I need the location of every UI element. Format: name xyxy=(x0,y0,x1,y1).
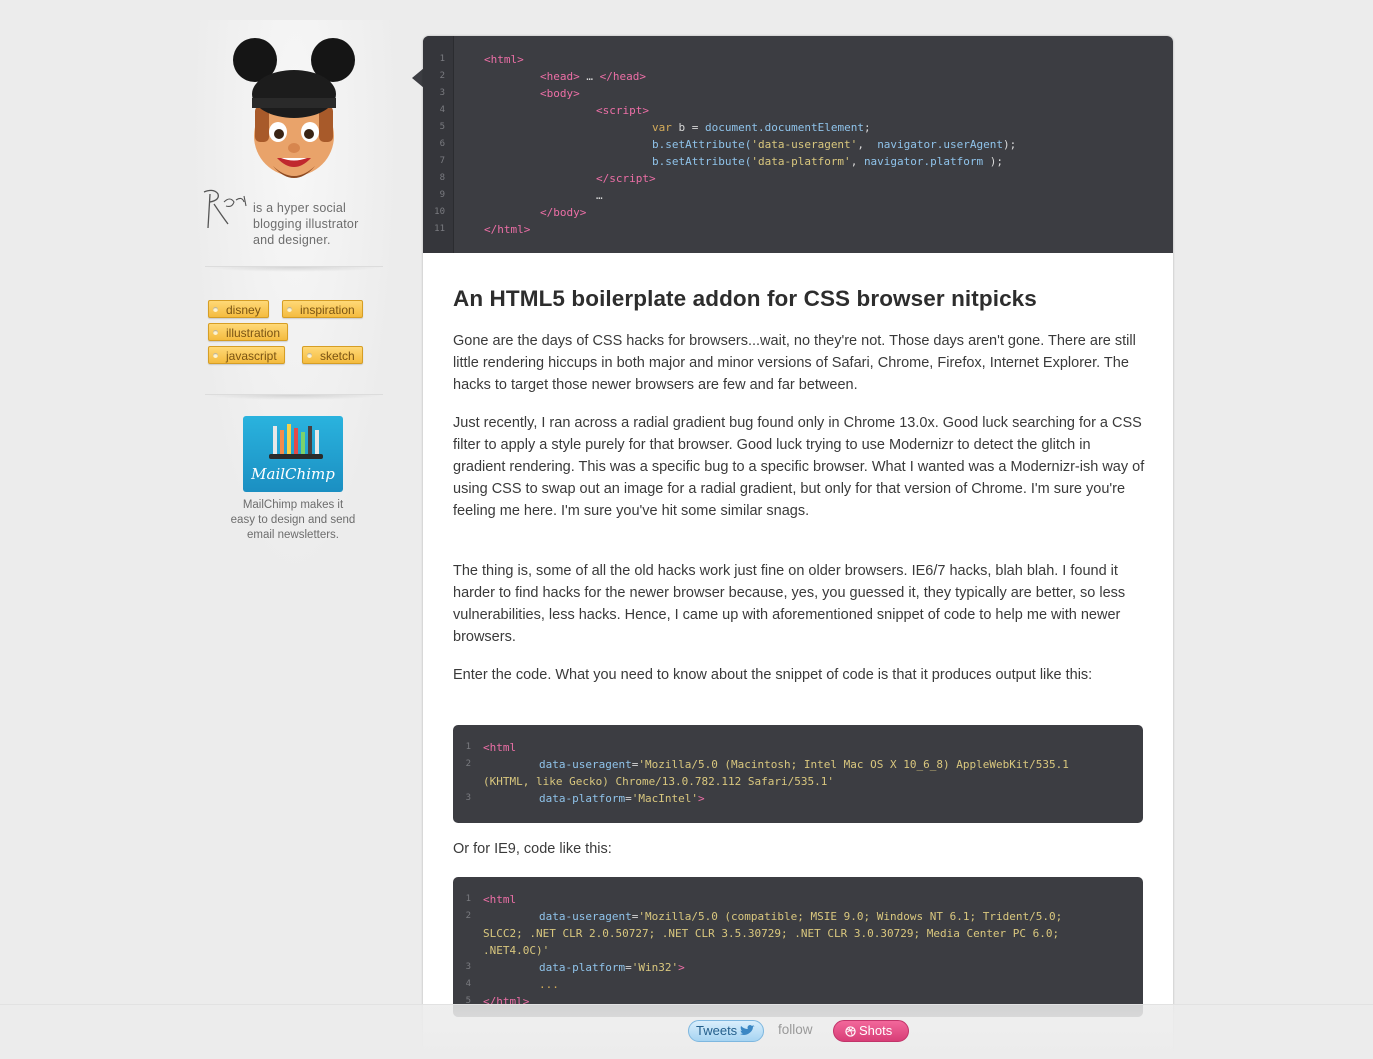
code-line: data-useragent='Mozilla/5.0 (compatible;… xyxy=(539,910,1063,923)
post-paragraph: Or for IE9, code like this: xyxy=(453,841,612,857)
line-number: 1 xyxy=(465,742,471,752)
code-line: ... xyxy=(539,978,559,991)
line-number: 5 xyxy=(439,122,445,132)
follow-label: follow xyxy=(778,1022,813,1037)
tweets-button[interactable]: Tweets xyxy=(688,1020,764,1042)
line-number: 6 xyxy=(439,139,445,149)
article-card: 1 2 3 4 5 6 7 8 9 10 11 <html> <head> … … xyxy=(423,36,1173,1059)
tag-inspiration[interactable]: inspiration xyxy=(282,300,363,318)
code-line: … xyxy=(596,189,603,202)
line-number: 2 xyxy=(439,71,445,81)
code-line: <body> xyxy=(540,87,580,100)
code-block-ie9: 1 2 3 4 5 <html data-useragent='Mozilla/… xyxy=(453,877,1143,1017)
tag-sketch[interactable]: sketch xyxy=(302,346,363,364)
line-number: 2 xyxy=(465,911,471,921)
mailchimp-logo[interactable]: MailChimp xyxy=(243,416,343,492)
post-paragraph: Gone are the days of CSS hacks for brows… xyxy=(453,333,1136,393)
sidebar-divider xyxy=(205,266,383,272)
line-number: 3 xyxy=(439,88,445,98)
code-line: <html xyxy=(483,741,517,754)
code-line: b.setAttribute('data-useragent', navigat… xyxy=(652,138,1017,151)
sidebar-divider xyxy=(205,394,383,400)
shots-button[interactable]: Shots xyxy=(833,1020,909,1042)
code-line: </html> xyxy=(484,223,531,236)
code-line: data-platform='MacIntel'> xyxy=(539,792,705,805)
code-line: SLCC2; .NET CLR 2.0.50727; .NET CLR 3.5.… xyxy=(483,927,1060,940)
line-number: 11 xyxy=(434,224,445,234)
line-number: 4 xyxy=(465,979,471,989)
code-line: .NET4.0C)' xyxy=(483,944,550,957)
code-line: var b = document.documentElement; xyxy=(652,121,871,134)
avatar[interactable] xyxy=(233,36,355,182)
hero-code-block: 1 2 3 4 5 6 7 8 9 10 11 <html> <head> … … xyxy=(423,36,1173,253)
code-line: </script> xyxy=(596,172,656,185)
tag-illustration[interactable]: illustration xyxy=(208,323,289,341)
line-number: 1 xyxy=(465,894,471,904)
code-line: data-platform='Win32'> xyxy=(539,961,685,974)
line-number: 7 xyxy=(439,156,445,166)
author-bio: is a hyper social blogging illustrator a… xyxy=(253,201,359,247)
line-number: 10 xyxy=(434,207,445,217)
post-title: An HTML5 boilerplate addon for CSS brows… xyxy=(453,286,1037,311)
tweets-label: Tweets xyxy=(696,1023,738,1038)
post-paragraph: The thing is, some of all the old hacks … xyxy=(453,563,1126,645)
code-line: data-useragent='Mozilla/5.0 (Macintosh; … xyxy=(539,758,1069,771)
mailchimp-logo-text: MailChimp xyxy=(250,465,335,483)
twitter-bird-icon xyxy=(740,1025,755,1035)
line-number: 2 xyxy=(465,759,471,769)
code-line: b.setAttribute('data-platform', navigato… xyxy=(652,155,1004,168)
code-line: </body> xyxy=(540,206,587,219)
code-line: <html xyxy=(483,893,517,906)
post-paragraph: Just recently, I ran across a radial gra… xyxy=(453,415,1145,519)
line-number: 3 xyxy=(465,793,471,803)
code-line: <script> xyxy=(596,104,649,117)
sponsor-text: MailChimp makes it easy to design and se… xyxy=(230,499,356,541)
dribbble-icon xyxy=(845,1026,856,1037)
signature-logo xyxy=(203,189,247,229)
code-block-chrome: 1 2 3 <html data-useragent='Mozilla/5.0 … xyxy=(453,725,1143,823)
line-number: 9 xyxy=(439,190,445,200)
tag-javascript[interactable]: javascript xyxy=(208,346,285,364)
post-paragraph: Enter the code. What you need to know ab… xyxy=(453,667,1093,683)
line-number: 3 xyxy=(465,962,471,972)
code-line: <html> xyxy=(484,53,524,66)
line-number: 1 xyxy=(439,54,445,64)
line-number: 8 xyxy=(439,173,445,183)
code-line: (KHTML, like Gecko) Chrome/13.0.782.112 … xyxy=(483,775,834,788)
footer-bar xyxy=(0,1004,1373,1059)
code-line: <head> … </head> xyxy=(540,70,646,83)
tag-disney[interactable]: disney xyxy=(208,300,269,318)
line-number: 4 xyxy=(439,105,445,115)
